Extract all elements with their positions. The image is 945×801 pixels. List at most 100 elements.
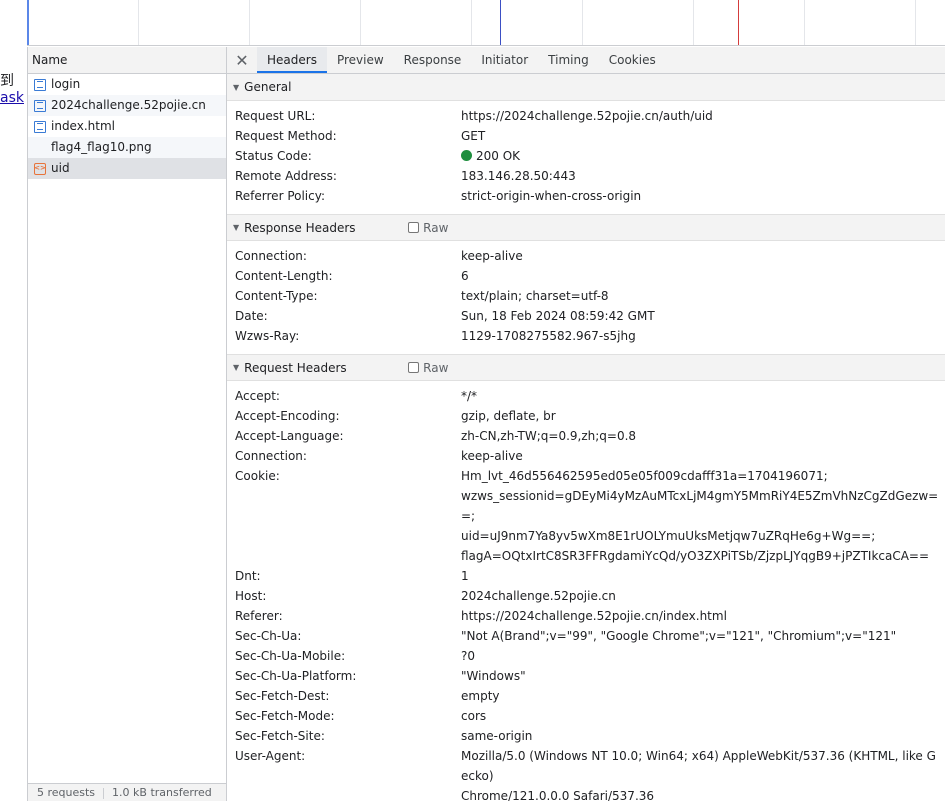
raw-toggle[interactable]: Raw xyxy=(408,221,448,235)
header-key: Sec-Ch-Ua: xyxy=(235,629,302,643)
tab-cookies[interactable]: Cookies xyxy=(599,47,666,73)
timeline-gridline xyxy=(804,0,805,45)
header-value: 2024challenge.52pojie.cn xyxy=(461,589,616,603)
header-row-status-code: Status Code: 200 OK xyxy=(227,146,945,166)
header-row: Wzws-Ray: 1129-1708275582.967-s5jhg xyxy=(227,326,945,346)
header-row: Content-Type: text/plain; charset=utf-8 xyxy=(227,286,945,306)
timeline-gridline xyxy=(138,0,139,45)
header-value: Sun, 18 Feb 2024 08:59:42 GMT xyxy=(461,309,655,323)
header-value: text/plain; charset=utf-8 xyxy=(461,289,609,303)
header-key: Content-Type: xyxy=(235,289,318,303)
header-key: Remote Address: xyxy=(235,169,337,183)
header-value: 183.146.28.50:443 xyxy=(461,169,576,183)
tab-preview[interactable]: Preview xyxy=(327,47,394,73)
timeline-edge xyxy=(27,0,29,45)
request-row-uid[interactable]: <> uid xyxy=(28,158,226,179)
request-headers-section: Accept: */* Accept-Encoding: gzip, deflate,… xyxy=(227,381,945,801)
raw-checkbox[interactable] xyxy=(408,222,420,233)
tab-timing[interactable]: Timing xyxy=(538,47,599,73)
request-name: 2024challenge.52pojie.cn xyxy=(51,98,206,112)
header-key: Dnt: xyxy=(235,569,261,583)
request-headers-section-header[interactable]: ▼ Request Headers Raw xyxy=(227,354,945,381)
header-row-request-method: Request Method: GET xyxy=(227,126,945,146)
header-key: Cookie: xyxy=(235,469,280,483)
header-row: Cookie: Hm_lvt_46d556462595ed05e05f009cda… xyxy=(227,466,945,566)
header-value: keep-alive xyxy=(461,449,523,463)
header-value: same-origin xyxy=(461,729,533,743)
document-icon xyxy=(34,78,46,91)
collapse-triangle-icon: ▼ xyxy=(233,223,240,232)
header-key: Connection: xyxy=(235,449,307,463)
timeline-gridline xyxy=(693,0,694,45)
page-text-fragment: 到 xyxy=(0,73,14,89)
request-row-domain[interactable]: 2024challenge.52pojie.cn xyxy=(28,95,226,116)
header-row: Sec-Fetch-Mode: cors xyxy=(227,706,945,726)
header-row: Dnt: 1 xyxy=(227,566,945,586)
header-value: https://2024challenge.52pojie.cn/auth/ui… xyxy=(461,109,713,123)
request-list-panel: Name login 2024challenge.52pojie.cn inde… xyxy=(27,47,227,801)
header-value-line: flagA=OQtxIrtC8SR3FFRgdamiYcQd/yO3ZXPiTS… xyxy=(461,549,930,563)
detail-tab-bar: ✕ Headers Preview Response Initiator Tim… xyxy=(227,47,945,74)
name-column-header[interactable]: Name xyxy=(28,47,226,74)
header-row: User-Agent: Mozilla/5.0 (Windows NT 10.0;… xyxy=(227,746,945,801)
general-section: Request URL: https://2024challenge.52poj… xyxy=(227,101,945,214)
timeline-gridline xyxy=(582,0,583,45)
network-summary-bar: 5 requests 1.0 kB transferred xyxy=(28,783,226,801)
header-row: Host: 2024challenge.52pojie.cn xyxy=(227,586,945,606)
header-row: Sec-Ch-Ua-Platform: "Windows" xyxy=(227,666,945,686)
network-timeline[interactable] xyxy=(27,0,945,46)
tab-initiator[interactable]: Initiator xyxy=(471,47,538,73)
header-row: Date: Sun, 18 Feb 2024 08:59:42 GMT xyxy=(227,306,945,326)
header-key: Date: xyxy=(235,309,268,323)
header-row: Sec-Fetch-Dest: empty xyxy=(227,686,945,706)
header-key: Status Code: xyxy=(235,149,312,163)
xhr-icon: <> xyxy=(34,162,46,175)
request-detail-panel: ✕ Headers Preview Response Initiator Tim… xyxy=(227,47,945,801)
raw-toggle[interactable]: Raw xyxy=(408,361,448,375)
header-value-line: uid=uJ9nm7Ya8yv5wXm8E1rUOLYmuUksMetjqw7u… xyxy=(461,529,876,543)
header-value: gzip, deflate, br xyxy=(461,409,556,423)
header-value: Hm_lvt_46d556462595ed05e05f009cdafff31a=… xyxy=(461,466,945,566)
timeline-domcontentloaded-marker xyxy=(500,0,501,45)
header-value: "Not A(Brand";v="99", "Google Chrome";v=… xyxy=(461,629,897,643)
header-key: Accept: xyxy=(235,389,280,403)
header-key: User-Agent: xyxy=(235,749,306,763)
request-row-login[interactable]: login xyxy=(28,74,226,95)
header-value: Mozilla/5.0 (Windows NT 10.0; Win64; x64… xyxy=(461,746,945,801)
raw-checkbox[interactable] xyxy=(408,362,420,373)
header-value: */* xyxy=(461,389,478,403)
response-headers-section: Connection: keep-alive Content-Length: 6 Con… xyxy=(227,241,945,354)
document-icon xyxy=(34,120,46,133)
close-icon[interactable]: ✕ xyxy=(227,47,257,73)
header-row: Sec-Fetch-Site: same-origin xyxy=(227,726,945,746)
tab-headers[interactable]: Headers xyxy=(257,47,327,73)
header-key: Accept-Language: xyxy=(235,429,344,443)
request-row-index[interactable]: index.html xyxy=(28,116,226,137)
header-row: Accept-Language: zh-CN,zh-TW;q=0.9,zh;q=0… xyxy=(227,426,945,446)
header-key: Sec-Fetch-Mode: xyxy=(235,709,335,723)
section-title: Response Headers xyxy=(244,220,356,235)
header-value: GET xyxy=(461,129,486,143)
section-title: General xyxy=(244,80,292,94)
response-headers-section-header[interactable]: ▼ Response Headers Raw xyxy=(227,214,945,241)
header-row: Connection: keep-alive xyxy=(227,246,945,266)
request-row-flag-image[interactable]: flag4_flag10.png xyxy=(28,137,226,158)
collapse-triangle-icon: ▼ xyxy=(233,363,240,372)
timeline-gridline xyxy=(249,0,250,45)
header-row: Referer: https://2024challenge.52pojie.cn… xyxy=(227,606,945,626)
general-section-header[interactable]: ▼ General xyxy=(227,74,945,101)
header-value: 6 xyxy=(461,269,469,283)
header-row: Accept: */* xyxy=(227,386,945,406)
header-row: Accept-Encoding: gzip, deflate, br xyxy=(227,406,945,426)
header-value: 1 xyxy=(461,569,469,583)
request-count: 5 requests xyxy=(37,786,96,799)
header-row: Connection: keep-alive xyxy=(227,446,945,466)
timeline-gridline xyxy=(360,0,361,45)
page-link-fragment[interactable]: ask xyxy=(0,90,24,106)
request-name: flag4_flag10.png xyxy=(51,140,152,154)
header-value-status: 200 OK xyxy=(461,146,945,166)
tab-response[interactable]: Response xyxy=(394,47,472,73)
request-name: login xyxy=(51,77,81,91)
header-key: Connection: xyxy=(235,249,307,263)
header-row: Content-Length: 6 xyxy=(227,266,945,286)
